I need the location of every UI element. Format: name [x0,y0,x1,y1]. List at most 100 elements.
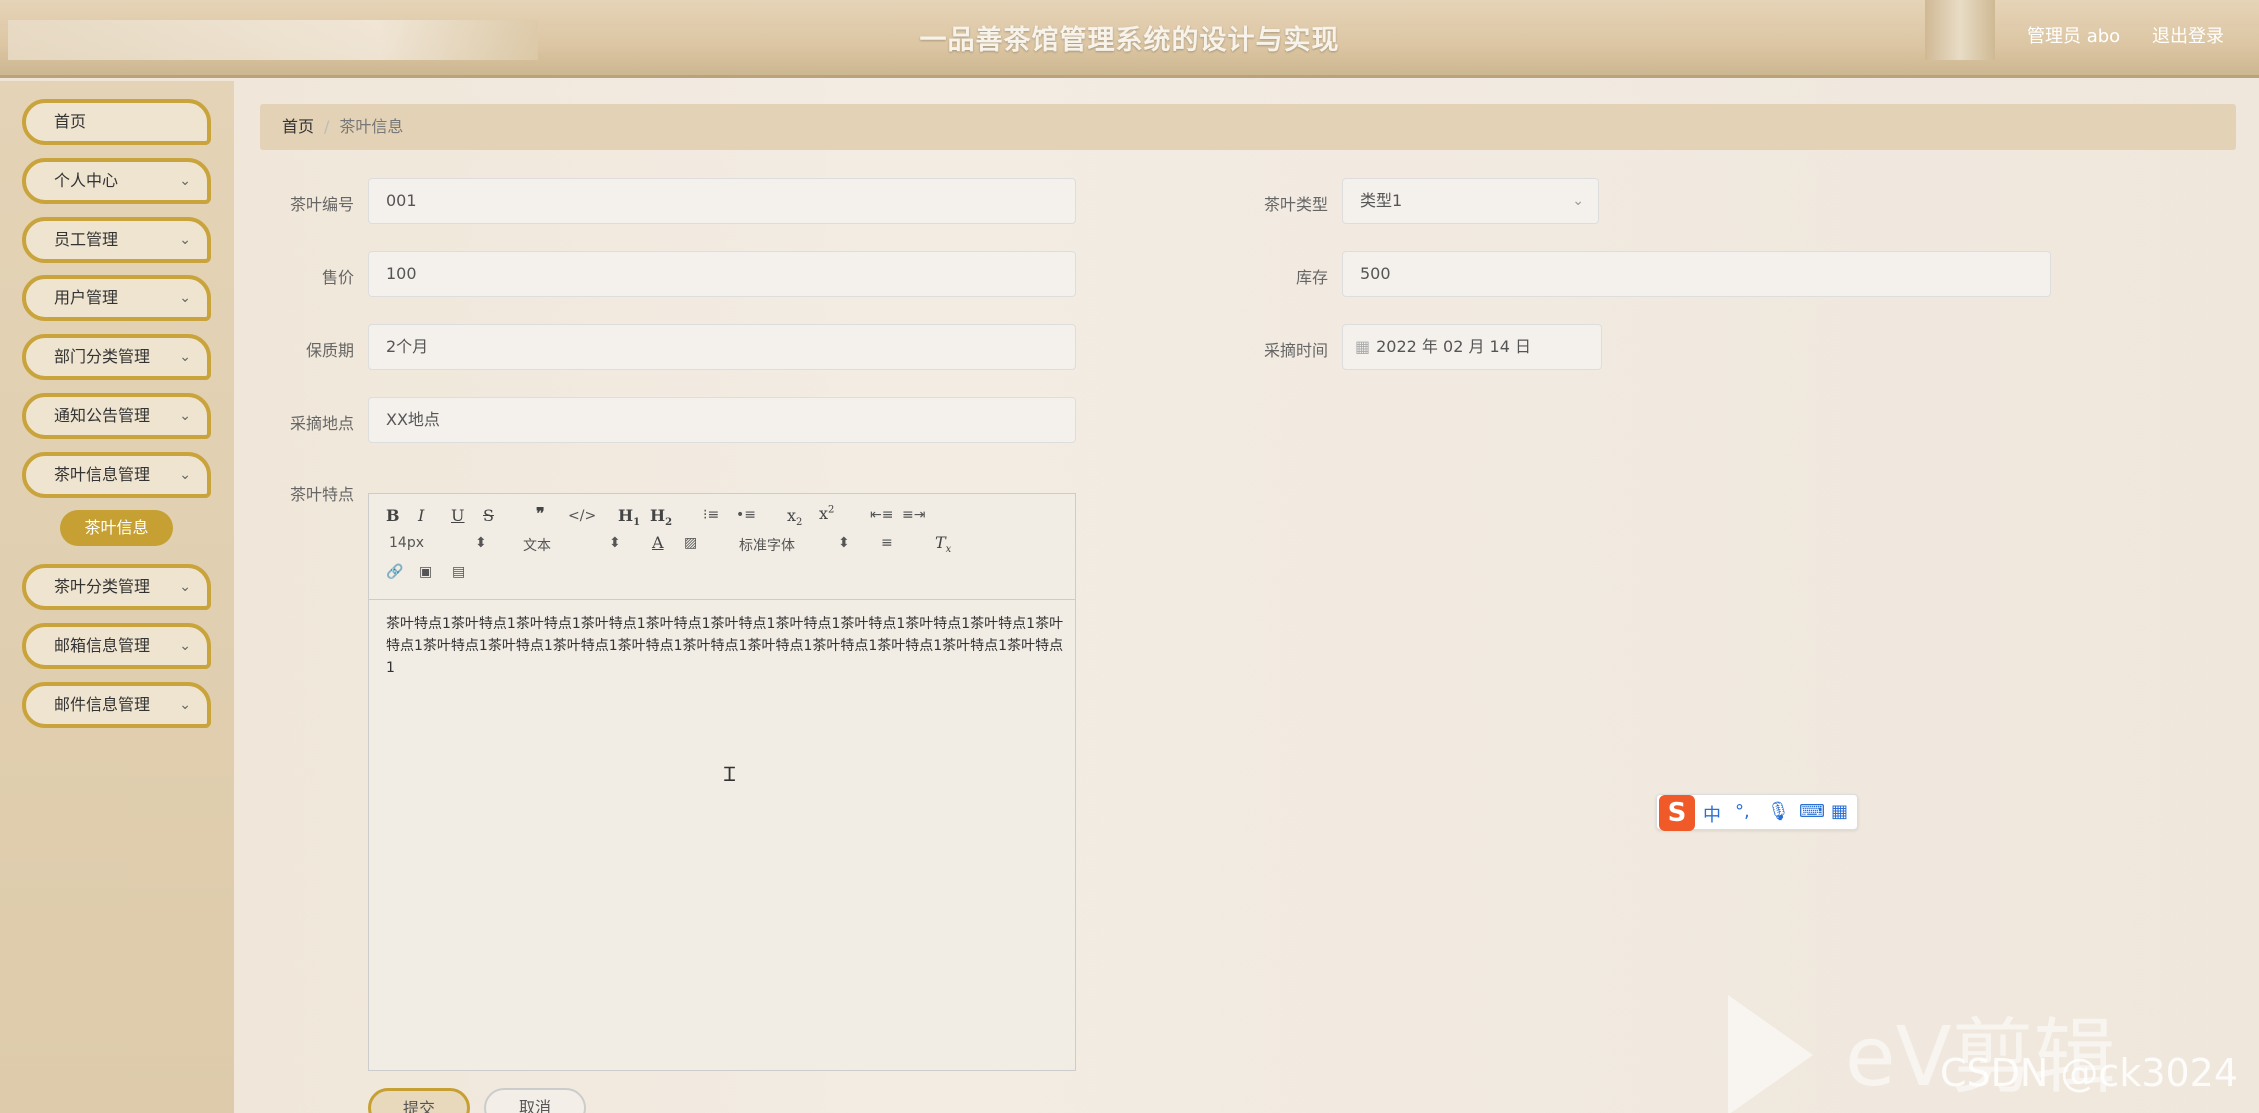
sidebar-item-label: 通知公告管理 [54,406,151,425]
breadcrumb-separator: / [324,117,330,136]
chevron-down-icon: ⌄ [179,173,191,189]
sidebar-item-users[interactable]: 用户管理 ⌄ [22,275,211,321]
pick-place-input[interactable]: XX地点 [368,397,1076,443]
indent-decrease-icon[interactable]: ⇤≡ [870,507,893,523]
submit-button[interactable]: 提交 [368,1088,470,1113]
sidebar-item-label: 用户管理 [54,288,119,307]
microphone-icon[interactable]: 🎙 [1767,801,1790,822]
background-color-icon[interactable]: ▨ [684,535,697,551]
text-type-arrows-icon: ⬍ [609,535,621,551]
rich-text-editor: B I U S ❞ </> H1 H2 ⁝≡ •≡ x2 x2 ⇤≡ ≡⇥ 14… [368,493,1076,1071]
chevron-down-icon: ⌄ [179,408,191,424]
csdn-watermark: CSDN @ck3024 [1940,1051,2239,1095]
ordered-list-icon[interactable]: ⁝≡ [703,507,719,523]
shelf-life-input[interactable]: 2个月 [368,324,1076,370]
pick-place-label: 采摘地点 [289,414,354,433]
align-icon[interactable]: ≡ [881,535,893,551]
sidebar-item-label: 员工管理 [54,230,119,249]
app-title: 一品善茶馆管理系统的设计与实现 [919,25,1340,56]
video-icon[interactable]: ▤ [452,564,465,580]
sidebar-item-mail[interactable]: 邮件信息管理 ⌄ [22,682,211,728]
tea-type-value: 类型1 [1360,191,1403,210]
sidebar-item-personal-center[interactable]: 个人中心 ⌄ [22,158,211,204]
superscript-icon[interactable]: x2 [819,504,834,523]
stock-input[interactable]: 500 [1342,251,2051,297]
chevron-down-icon: ⌄ [1572,193,1584,209]
apps-icon[interactable]: ▦ [1831,801,1848,822]
text-cursor-icon: Ɪ [724,762,736,786]
punctuation-icon[interactable]: °, [1735,801,1750,822]
blockquote-icon[interactable]: ❞ [536,504,545,523]
underline-icon[interactable]: U [451,506,464,525]
logout-link[interactable]: 退出登录 [2152,22,2224,48]
current-user: 管理员 abo [2027,26,2121,47]
strikethrough-icon[interactable]: S [483,506,494,525]
font-size-arrows-icon: ⬍ [475,535,487,551]
italic-icon[interactable]: I [418,506,424,525]
sidebar-item-label: 茶叶分类管理 [54,577,151,596]
sidebar-item-label: 邮件信息管理 [54,695,151,714]
pick-time-value: 2022 年 02 月 14 日 [1376,337,1531,356]
sidebar-item-label: 邮箱信息管理 [54,636,151,655]
breadcrumb: 首页 / 茶叶信息 [260,104,2236,150]
code-icon[interactable]: </> [568,508,596,524]
editor-toolbar: B I U S ❞ </> H1 H2 ⁝≡ •≡ x2 x2 ⇤≡ ≡⇥ 14… [369,494,1075,600]
breadcrumb-home[interactable]: 首页 [282,117,314,136]
link-icon[interactable]: 🔗 [386,564,403,580]
tea-type-select[interactable]: 类型1 ⌄ [1342,178,1599,224]
keyboard-icon[interactable]: ⌨ [1799,801,1825,822]
tea-no-label: 茶叶编号 [289,195,354,214]
indent-increase-icon[interactable]: ≡⇥ [902,507,925,523]
chevron-down-icon: ⌄ [179,232,191,248]
editor-content[interactable]: 茶叶特点1茶叶特点1茶叶特点1茶叶特点1茶叶特点1茶叶特点1茶叶特点1茶叶特点1… [386,613,1066,679]
font-color-icon[interactable]: A [652,533,664,552]
shelf-life-label: 保质期 [305,341,354,360]
pick-time-datepicker[interactable]: ▦ 2022 年 02 月 14 日 [1342,324,1602,370]
price-input[interactable]: 100 [368,251,1076,297]
sidebar-item-label: 个人中心 [54,171,119,190]
ime-mode-toggle[interactable]: 中 [1703,801,1721,827]
sidebar-item-mailbox[interactable]: 邮箱信息管理 ⌄ [22,623,211,669]
tea-type-label: 茶叶类型 [1263,195,1328,214]
bold-icon[interactable]: B [386,506,400,525]
price-label: 售价 [321,268,354,287]
sidebar-item-notices[interactable]: 通知公告管理 ⌄ [22,393,211,439]
h2-icon[interactable]: H2 [650,506,672,528]
sidebar-item-staff[interactable]: 员工管理 ⌄ [22,217,211,263]
bullet-list-icon[interactable]: •≡ [736,507,756,523]
text-type-select[interactable]: 文本 [523,535,551,555]
font-size-select[interactable]: 14px [389,535,424,551]
image-icon[interactable]: ▣ [419,564,432,580]
pick-time-label: 采摘时间 [1263,341,1328,360]
chevron-down-icon: ⌄ [179,349,191,365]
font-family-arrows-icon: ⬍ [838,535,850,551]
sogou-logo-icon[interactable]: S [1659,795,1695,831]
chevron-down-icon: ⌄ [179,467,191,483]
chevron-down-icon: ⌄ [179,579,191,595]
subscript-icon[interactable]: x2 [787,506,802,528]
sidebar-item-departments[interactable]: 部门分类管理 ⌄ [22,334,211,380]
cancel-button[interactable]: 取消 [484,1088,586,1113]
sidebar-item-label: 首页 [54,112,87,131]
h1-icon[interactable]: H1 [618,506,640,528]
sidebar-item-home[interactable]: 首页 [22,99,211,145]
chevron-down-icon: ⌄ [179,290,191,306]
sidebar-item-label: 部门分类管理 [54,347,151,366]
breadcrumb-current: 茶叶信息 [339,117,404,136]
font-family-select[interactable]: 标准字体 [739,535,795,555]
sidebar-item-tea-info[interactable]: 茶叶信息管理 ⌄ [22,452,211,498]
stock-label: 库存 [1295,268,1328,287]
calendar-icon: ▦ [1355,337,1371,356]
sidebar-item-label: 茶叶信息管理 [54,465,151,484]
clear-format-icon[interactable]: Tx [935,533,951,555]
tea-no-input[interactable]: 001 [368,178,1076,224]
ime-toolbar: S 中 °, 🎙 ⌨ ▦ [1656,794,1858,831]
feature-label: 茶叶特点 [289,485,354,504]
sidebar: 首页 个人中心 ⌄ 员工管理 ⌄ 用户管理 ⌄ 部门分类管理 ⌄ 通知公告管理 ⌄ 茶叶信… [0,81,234,1113]
chevron-down-icon: ⌄ [179,638,191,654]
top-header: 一品善茶馆管理系统的设计与实现 管理员 abo 退出登录 [0,0,2259,78]
sidebar-subitem-tea-info[interactable]: 茶叶信息 [60,510,173,546]
play-logo-icon [1728,995,1813,1113]
chevron-down-icon: ⌄ [179,697,191,713]
sidebar-item-tea-categories[interactable]: 茶叶分类管理 ⌄ [22,564,211,610]
